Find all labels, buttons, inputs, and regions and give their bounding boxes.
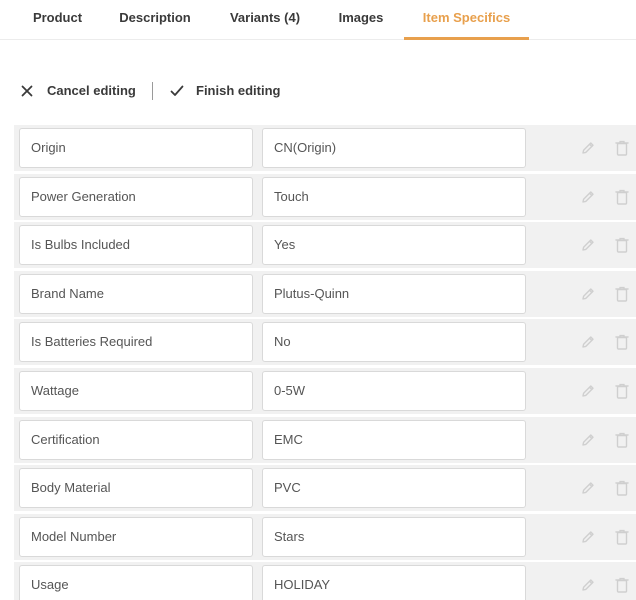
pencil-icon[interactable] [580,237,596,253]
specific-name-field[interactable]: Origin [19,128,253,168]
trash-icon[interactable] [614,382,630,400]
item-specific-row: Is Bulbs Included Yes [14,222,636,269]
trash-icon[interactable] [614,139,630,157]
cancel-editing-button[interactable]: Cancel editing [21,70,146,112]
specific-name-field[interactable]: Certification [19,419,253,460]
item-specifics-list: Origin CN(Origin) Power Generation Touch… [14,125,636,600]
finish-editing-label: Finish editing [196,83,281,98]
pencil-icon[interactable] [580,577,596,593]
item-specific-row: Model Number Stars [14,513,636,560]
pencil-icon[interactable] [580,334,596,350]
close-icon [21,85,33,97]
specific-name-field[interactable]: Is Bulbs Included [19,225,253,266]
trash-icon[interactable] [614,479,630,497]
tab-description[interactable]: Description [110,0,200,40]
cancel-editing-label: Cancel editing [47,83,136,98]
tab-variants[interactable]: Variants (4) [220,0,310,40]
specific-value-field[interactable]: CN(Origin) [262,128,526,168]
edit-toolbar: Cancel editing Finish editing [0,70,636,112]
specific-value-field[interactable]: Stars [262,516,526,557]
specific-value-field[interactable]: HOLIDAY [262,565,526,600]
item-specific-row: Is Batteries Required No [14,319,636,366]
item-specific-row: Body Material PVC [14,465,636,512]
finish-editing-button[interactable]: Finish editing [170,70,290,112]
trash-icon[interactable] [614,236,630,254]
item-specific-row: Certification EMC [14,416,636,463]
specific-name-field[interactable]: Wattage [19,370,253,411]
trash-icon[interactable] [614,188,630,206]
trash-icon[interactable] [614,431,630,449]
specific-name-field[interactable]: Usage [19,565,253,600]
tab-item-specifics[interactable]: Item Specifics [404,0,529,40]
item-specific-row: Origin CN(Origin) [14,125,636,171]
tab-images[interactable]: Images [330,0,392,40]
specific-value-field[interactable]: PVC [262,468,526,509]
pencil-icon[interactable] [580,140,596,156]
pencil-icon[interactable] [580,432,596,448]
trash-icon[interactable] [614,333,630,351]
pencil-icon[interactable] [580,189,596,205]
specific-value-field[interactable]: EMC [262,419,526,460]
trash-icon[interactable] [614,285,630,303]
pencil-icon[interactable] [580,383,596,399]
item-specific-row: Power Generation Touch [14,173,636,220]
specific-name-field[interactable]: Model Number [19,516,253,557]
item-specific-row: Brand Name Plutus-Quinn [14,270,636,317]
specific-name-field[interactable]: Is Batteries Required [19,322,253,363]
specific-value-field[interactable]: 0-5W [262,370,526,411]
specific-value-field[interactable]: No [262,322,526,363]
item-specific-row: Usage HOLIDAY [14,562,636,600]
checkmark-icon [170,85,184,96]
pencil-icon[interactable] [580,529,596,545]
specific-value-field[interactable]: Touch [262,176,526,217]
tab-bar: Product Description Variants (4) Images … [0,0,636,40]
pencil-icon[interactable] [580,480,596,496]
specific-name-field[interactable]: Brand Name [19,273,253,314]
trash-icon[interactable] [614,528,630,546]
toolbar-divider [152,82,153,100]
pencil-icon[interactable] [580,286,596,302]
specific-value-field[interactable]: Yes [262,225,526,266]
specific-name-field[interactable]: Body Material [19,468,253,509]
tab-product[interactable]: Product [20,0,95,40]
trash-icon[interactable] [614,576,630,594]
item-specific-row: Wattage 0-5W [14,367,636,414]
specific-value-field[interactable]: Plutus-Quinn [262,273,526,314]
specific-name-field[interactable]: Power Generation [19,176,253,217]
